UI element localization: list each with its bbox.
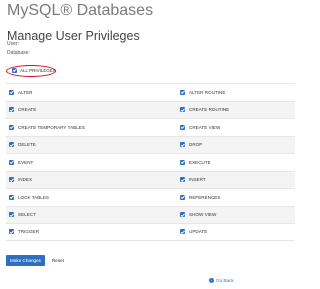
checkbox-checked-icon[interactable] — [180, 89, 185, 95]
checkbox-checked-icon[interactable] — [180, 177, 185, 183]
privilege-row: ALTER ALTER ROUTINE — [6, 83, 295, 101]
checkbox-checked-icon[interactable] — [12, 68, 17, 73]
privilege-row: CREATE CREATE ROUTINE — [6, 100, 295, 118]
privilege-row: DELETE DROP — [6, 135, 295, 153]
privilege-label: CREATE ROUTINE — [189, 107, 230, 113]
privilege-label: TRIGGER — [18, 229, 39, 235]
reset-button[interactable]: Reset — [48, 255, 68, 266]
privilege-checkbox-right[interactable]: SHOW VIEW — [176, 212, 295, 218]
privilege-label: EVENT — [18, 159, 34, 165]
all-privileges-label: ALL PRIVILEGES — [20, 68, 56, 73]
checkbox-checked-icon[interactable] — [180, 212, 185, 218]
checkbox-checked-icon[interactable] — [9, 124, 14, 130]
checkbox-checked-icon[interactable] — [9, 107, 14, 113]
app-title: MySQL® Databases — [7, 2, 154, 19]
privilege-checkbox-right[interactable]: INSERT — [176, 177, 295, 183]
privilege-checkbox-left[interactable]: CREATE TEMPORARY TABLES — [6, 124, 176, 130]
privilege-label: INSERT — [189, 177, 206, 183]
privilege-row: EVENT EXECUTE — [6, 153, 295, 171]
privilege-label: CREATE — [18, 107, 37, 113]
privilege-label: DELETE — [18, 142, 36, 148]
checkbox-checked-icon[interactable] — [9, 89, 14, 95]
all-privileges-checkbox[interactable]: ALL PRIVILEGES — [12, 68, 56, 73]
privilege-row: LOCK TABLES REFERENCES — [6, 188, 295, 206]
checkbox-checked-icon[interactable] — [180, 142, 185, 148]
privilege-checkbox-right[interactable]: DROP — [176, 142, 295, 148]
privilege-label: UPDATE — [189, 229, 208, 235]
privilege-row: INDEX INSERT — [6, 170, 295, 188]
all-privileges-highlight: ALL PRIVILEGES — [6, 65, 56, 77]
privilege-label: REFERENCES — [189, 194, 221, 200]
make-changes-button[interactable]: Make Changes — [6, 255, 45, 266]
page-heading: Manage User Privileges — [7, 29, 140, 43]
checkbox-checked-icon[interactable] — [9, 212, 14, 218]
privilege-checkbox-right[interactable]: CREATE VIEW — [176, 124, 295, 130]
privilege-checkbox-left[interactable]: DELETE — [6, 142, 176, 148]
arrow-left-circle-icon: ‹ — [209, 278, 214, 283]
privilege-checkbox-left[interactable]: LOCK TABLES — [6, 194, 176, 200]
privilege-checkbox-left[interactable]: CREATE — [6, 107, 176, 113]
privilege-row: SELECT SHOW VIEW — [6, 205, 295, 223]
checkbox-checked-icon[interactable] — [180, 229, 185, 235]
privilege-label: DROP — [189, 142, 203, 148]
privilege-checkbox-right[interactable]: ALTER ROUTINE — [176, 89, 295, 95]
privileges-table: ALTER ALTER ROUTINE CREATE CREATE ROUTINE CR… — [6, 83, 295, 241]
privilege-row: TRIGGER UPDATE — [6, 223, 295, 241]
checkbox-checked-icon[interactable] — [180, 124, 185, 130]
checkbox-checked-icon[interactable] — [9, 142, 14, 148]
go-back-link[interactable]: ‹ Go Back — [209, 278, 234, 283]
privilege-label: INDEX — [18, 177, 33, 183]
privilege-label: SELECT — [18, 212, 36, 218]
privilege-checkbox-left[interactable]: INDEX — [6, 177, 176, 183]
checkbox-checked-icon[interactable] — [180, 107, 185, 113]
privilege-checkbox-left[interactable]: SELECT — [6, 212, 176, 218]
privilege-checkbox-left[interactable]: ALTER — [6, 89, 176, 95]
privilege-label: CREATE TEMPORARY TABLES — [18, 124, 85, 130]
privilege-checkbox-left[interactable]: TRIGGER — [6, 229, 176, 235]
checkbox-checked-icon[interactable] — [9, 229, 14, 235]
privilege-label: SHOW VIEW — [189, 212, 217, 218]
privilege-label: EXECUTE — [189, 159, 211, 165]
privilege-label: ALTER ROUTINE — [189, 89, 226, 95]
database-label: Database: — [7, 50, 30, 56]
checkbox-checked-icon[interactable] — [9, 159, 14, 165]
privilege-label: LOCK TABLES — [18, 194, 49, 200]
privilege-checkbox-right[interactable]: EXECUTE — [176, 159, 295, 165]
privilege-checkbox-left[interactable]: EVENT — [6, 159, 176, 165]
privilege-checkbox-right[interactable]: REFERENCES — [176, 194, 295, 200]
privilege-checkbox-right[interactable]: CREATE ROUTINE — [176, 107, 295, 113]
checkbox-checked-icon[interactable] — [180, 159, 185, 165]
go-back-label: Go Back — [216, 278, 234, 283]
privilege-label: ALTER — [18, 89, 33, 95]
checkbox-checked-icon[interactable] — [9, 177, 14, 183]
user-label: User: — [7, 41, 19, 47]
privilege-label: CREATE VIEW — [189, 124, 221, 130]
privilege-checkbox-right[interactable]: UPDATE — [176, 229, 295, 235]
checkbox-checked-icon[interactable] — [9, 194, 14, 200]
checkbox-checked-icon[interactable] — [180, 194, 185, 200]
privilege-row: CREATE TEMPORARY TABLES CREATE VIEW — [6, 118, 295, 136]
